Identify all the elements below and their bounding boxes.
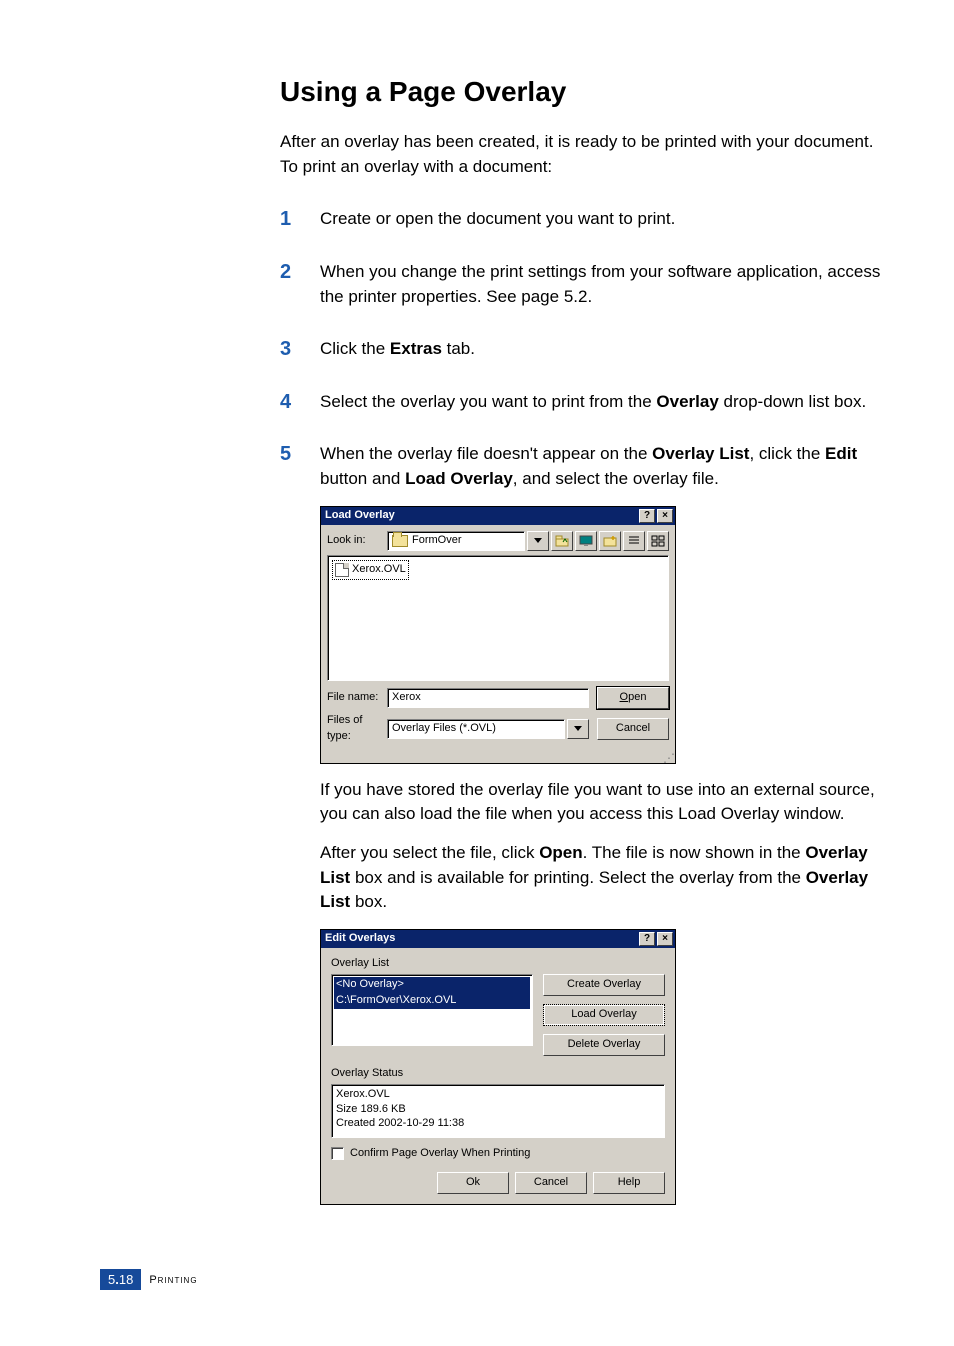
page-number-box: 5.18 [100, 1269, 141, 1290]
file-name-label: File name: [327, 690, 387, 706]
text-fragment: After you select the file, click [320, 843, 539, 862]
close-button[interactable]: × [657, 932, 673, 946]
combo-dropdown-button[interactable] [527, 531, 549, 551]
combo-dropdown-button[interactable] [567, 719, 589, 739]
look-in-combo[interactable]: FormOver [387, 531, 525, 551]
text-fragment: , click the [749, 444, 825, 463]
step-1: 1 Create or open the document you want t… [280, 207, 894, 232]
text-fragment: box and is available for printing. Selec… [350, 868, 805, 887]
load-overlay-dialog: Load Overlay ? × Look in: FormOver [320, 506, 676, 764]
view-list-button[interactable] [623, 531, 645, 551]
bold-text: Load Overlay [405, 469, 513, 488]
text-fragment: drop-down list box. [719, 392, 866, 411]
step-number: 2 [280, 258, 291, 287]
confirm-checkbox[interactable] [331, 1147, 344, 1160]
confirm-label: Confirm Page Overlay When Printing [350, 1146, 530, 1162]
file-icon [335, 563, 349, 577]
overlay-list-label: Overlay List [331, 956, 665, 972]
file-list-area[interactable]: Xerox.OVL [327, 555, 669, 681]
text-fragment: button and [320, 469, 405, 488]
step-number: 5 [280, 440, 291, 469]
resize-grip[interactable]: ⋰ [321, 755, 675, 763]
view-details-button[interactable] [647, 531, 669, 551]
dialog-title: Load Overlay [325, 508, 637, 524]
help-button[interactable]: ? [639, 509, 655, 523]
folder-icon [392, 535, 408, 547]
step-text: Select the overlay you want to print fro… [320, 392, 866, 411]
step-5-paragraph-3: After you select the file, click Open. T… [320, 841, 894, 915]
file-name-value: Xerox [392, 690, 421, 706]
status-line: Size 189.6 KB [336, 1102, 660, 1117]
step-5: 5 When the overlay file doesn't appear o… [280, 442, 894, 1204]
new-folder-button[interactable] [599, 531, 621, 551]
page-heading: Using a Page Overlay [280, 76, 894, 108]
text-fragment: Select the overlay you want to print fro… [320, 392, 656, 411]
cancel-button[interactable]: Cancel [597, 718, 669, 740]
look-in-label: Look in: [327, 533, 387, 549]
step-text: Create or open the document you want to … [320, 209, 675, 228]
page-number: 18 [119, 1272, 133, 1287]
step-number: 4 [280, 388, 291, 417]
overlay-list[interactable]: <No Overlay> C:\FormOver\Xerox.OVL [331, 974, 533, 1046]
step-3: 3 Click the Extras tab. [280, 337, 894, 362]
status-line: Xerox.OVL [336, 1087, 660, 1102]
text-fragment: , and select the overlay file. [513, 469, 719, 488]
help-button[interactable]: ? [639, 932, 655, 946]
step-4: 4 Select the overlay you want to print f… [280, 390, 894, 415]
file-item-label: Xerox.OVL [352, 562, 406, 578]
ok-button[interactable]: Ok [437, 1172, 509, 1194]
bold-text: Overlay List [652, 444, 749, 463]
text-fragment: . The file is now shown in the [583, 843, 806, 862]
open-button[interactable]: Open [597, 687, 669, 709]
delete-overlay-button[interactable]: Delete Overlay [543, 1034, 665, 1056]
file-item[interactable]: Xerox.OVL [332, 560, 409, 580]
page-footer: 5.18 Printing [100, 1269, 198, 1290]
step-text: When you change the print settings from … [320, 262, 880, 306]
text-fragment: When the overlay file doesn't appear on … [320, 444, 652, 463]
list-item[interactable]: C:\FormOver\Xerox.OVL [334, 993, 530, 1009]
step-number: 1 [280, 205, 291, 234]
bold-text: Edit [825, 444, 857, 463]
section-label: Printing [149, 1274, 197, 1286]
up-one-level-button[interactable] [551, 531, 573, 551]
load-overlay-button[interactable]: Load Overlay [543, 1004, 665, 1026]
file-name-input[interactable]: Xerox [387, 688, 589, 708]
edit-overlays-dialog: Edit Overlays ? × Overlay List <No Overl… [320, 929, 676, 1205]
cancel-button[interactable]: Cancel [515, 1172, 587, 1194]
bold-text: Overlay [656, 392, 718, 411]
file-type-combo[interactable]: Overlay Files (*.OVL) [387, 719, 565, 739]
step-number: 3 [280, 335, 291, 364]
step-2: 2 When you change the print settings fro… [280, 260, 894, 309]
intro-paragraph: After an overlay has been created, it is… [280, 130, 894, 179]
dialog-titlebar[interactable]: Load Overlay ? × [321, 507, 675, 525]
bold-text: Open [539, 843, 582, 862]
bold-text: Extras [390, 339, 442, 358]
file-type-value: Overlay Files (*.OVL) [392, 721, 496, 737]
dialog-titlebar[interactable]: Edit Overlays ? × [321, 930, 675, 948]
status-line: Created 2002-10-29 11:38 [336, 1116, 660, 1131]
help-button[interactable]: Help [593, 1172, 665, 1194]
desktop-button[interactable] [575, 531, 597, 551]
create-overlay-button[interactable]: Create Overlay [543, 974, 665, 996]
dialog-title: Edit Overlays [325, 931, 637, 947]
overlay-status-box: Xerox.OVL Size 189.6 KB Created 2002-10-… [331, 1084, 665, 1138]
step-text: When the overlay file doesn't appear on … [320, 444, 857, 488]
text-fragment: Click the [320, 339, 390, 358]
text-fragment: box. [350, 892, 387, 911]
step-5-paragraph-2: If you have stored the overlay file you … [320, 778, 894, 827]
list-item[interactable]: <No Overlay> [334, 977, 530, 993]
close-button[interactable]: × [657, 509, 673, 523]
look-in-value: FormOver [412, 533, 462, 549]
step-text: Click the Extras tab. [320, 339, 475, 358]
file-type-label: Files of type: [327, 713, 387, 745]
overlay-status-label: Overlay Status [331, 1066, 665, 1082]
text-fragment: tab. [442, 339, 475, 358]
